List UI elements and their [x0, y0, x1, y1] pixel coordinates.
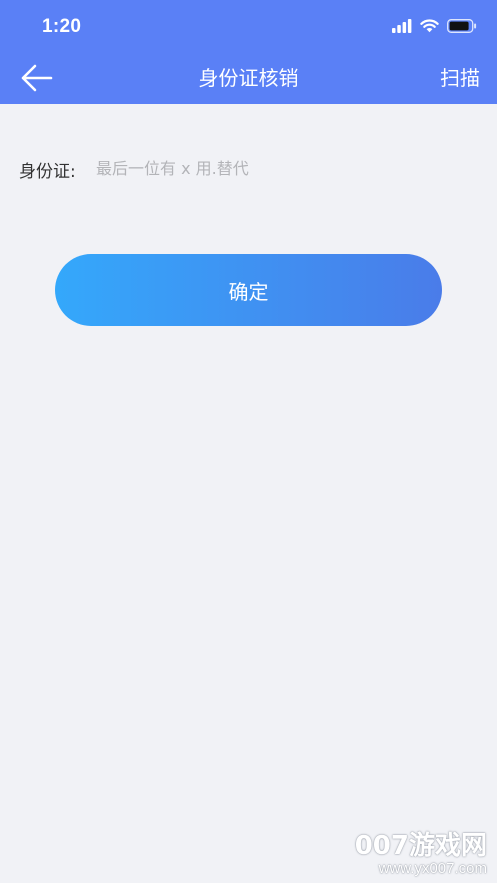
- battery-icon: [447, 18, 477, 37]
- id-card-input[interactable]: [96, 152, 476, 184]
- scan-button[interactable]: 扫描: [440, 66, 480, 90]
- status-bar: 1:20: [0, 0, 497, 56]
- confirm-button[interactable]: 确定: [55, 254, 442, 326]
- watermark-main: 007游戏网: [354, 830, 487, 861]
- id-card-row: 身份证:: [0, 148, 497, 188]
- page-title: 身份证核销: [198, 66, 299, 90]
- watermark-url: www.yx007.com: [378, 859, 487, 877]
- nav-bar: 身份证核销 扫描: [0, 56, 497, 104]
- status-icons: [392, 18, 477, 37]
- app-header: 1:20 身份证核销 扫描: [0, 0, 497, 104]
- wifi-icon: [420, 18, 439, 37]
- status-time: 1:20: [42, 16, 82, 37]
- watermark: 007游戏网 www.yx007.com: [355, 832, 487, 877]
- id-card-label: 身份证:: [19, 162, 76, 182]
- signal-icon: [392, 18, 412, 37]
